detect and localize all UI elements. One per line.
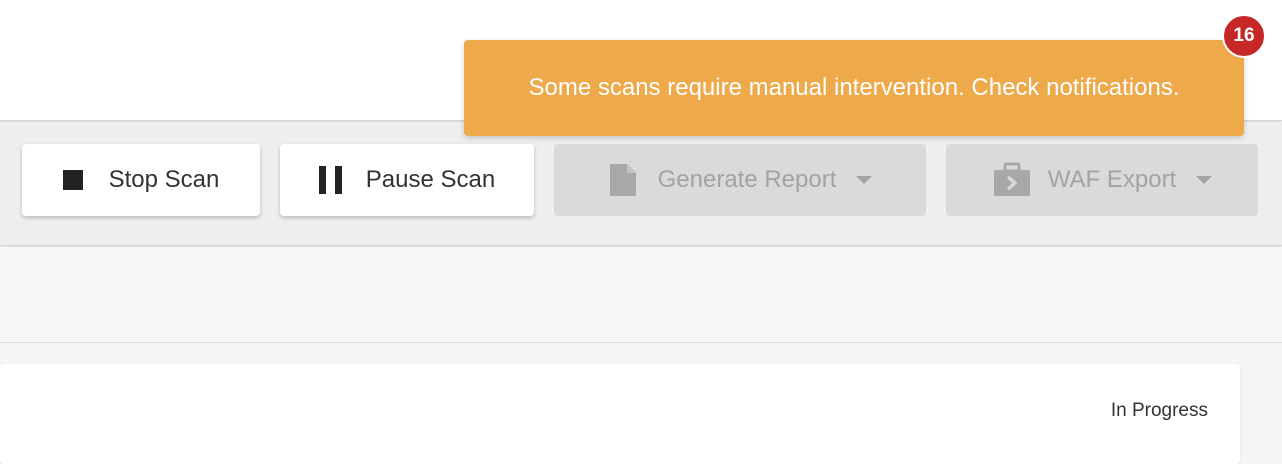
- briefcase-export-icon: [992, 162, 1032, 198]
- stop-scan-label: Stop Scan: [108, 166, 220, 193]
- stop-icon: [62, 170, 83, 190]
- stop-scan-button[interactable]: Stop Scan: [22, 144, 260, 216]
- chevron-down-icon: [1196, 176, 1213, 184]
- notification-count: 16: [1233, 25, 1255, 46]
- toast-message: Some scans require manual intervention. …: [528, 74, 1180, 101]
- scan-status-text: In Progress: [1110, 400, 1208, 421]
- generate-report-label: Generate Report: [657, 166, 837, 193]
- scan-toolbar: Stop Scan Pause Scan Generate Report WAF…: [0, 122, 1282, 246]
- chevron-down-icon: [856, 176, 873, 184]
- waf-export-dropdown-button[interactable]: WAF Export: [946, 144, 1258, 216]
- document-icon: [608, 162, 638, 198]
- notification-count-badge[interactable]: 16: [1222, 14, 1266, 58]
- waf-export-label: WAF Export: [1047, 166, 1177, 193]
- generate-report-dropdown-button[interactable]: Generate Report: [554, 144, 926, 216]
- section-header-strip: [0, 247, 1282, 343]
- pause-icon: [318, 166, 342, 194]
- pause-scan-button[interactable]: Pause Scan: [280, 144, 534, 216]
- pause-scan-label: Pause Scan: [365, 166, 496, 193]
- warning-toast[interactable]: Some scans require manual intervention. …: [464, 40, 1244, 136]
- scan-status-card: In Progress: [0, 364, 1240, 464]
